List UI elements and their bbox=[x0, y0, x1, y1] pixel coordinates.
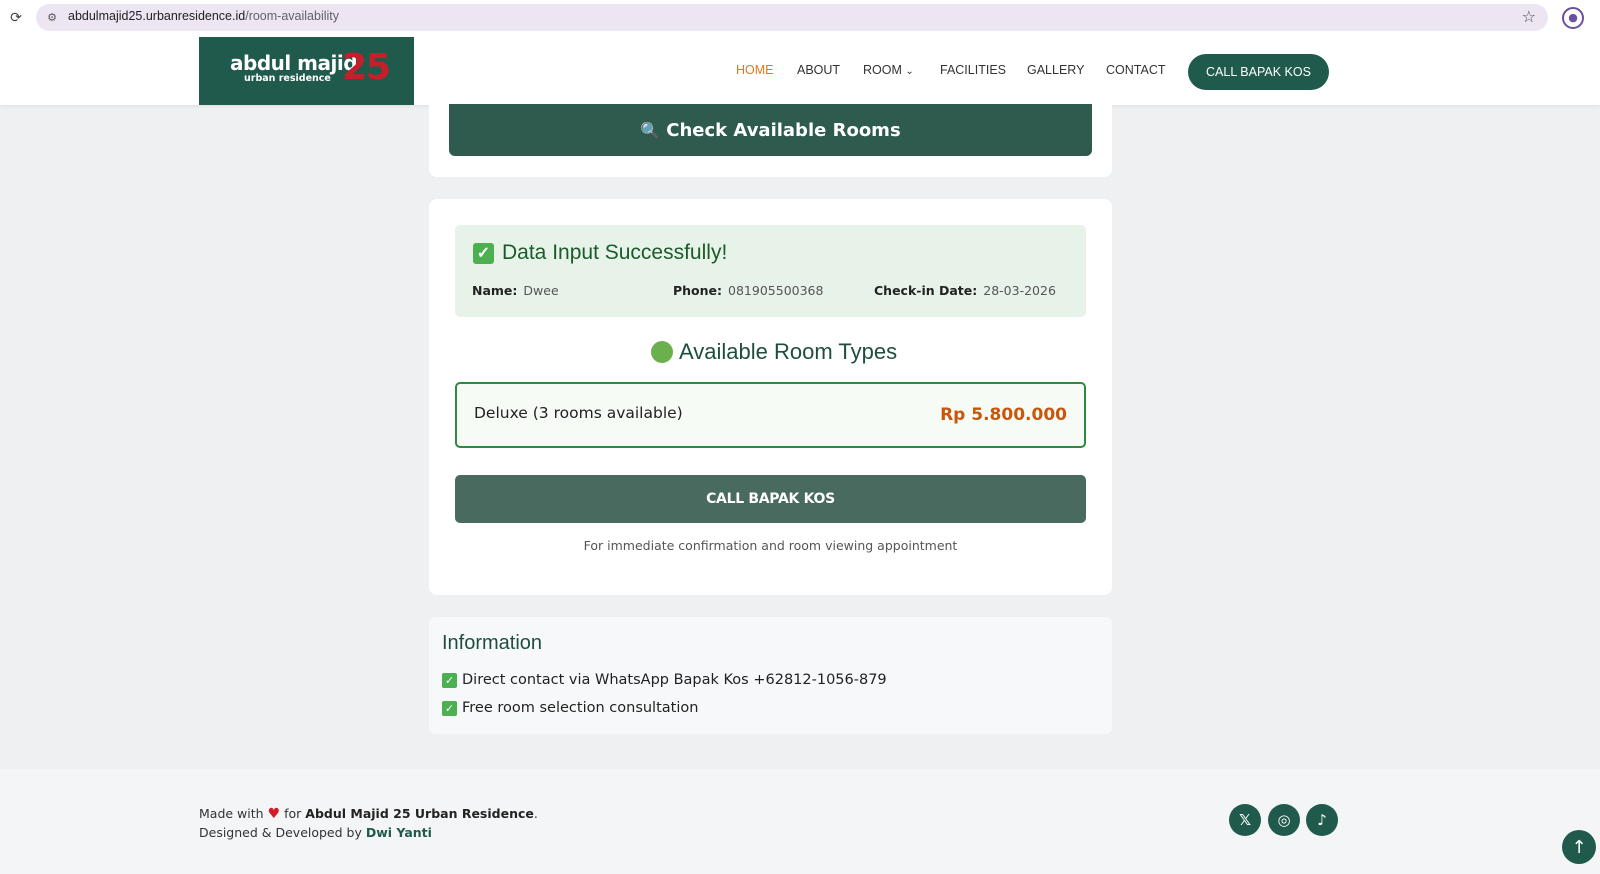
profile-icon[interactable]: ● bbox=[1562, 7, 1584, 29]
instagram-icon[interactable]: ◎ bbox=[1268, 804, 1300, 836]
designed-by-text: Designed & Developed by bbox=[199, 825, 362, 840]
room-option[interactable]: Deluxe (3 rooms available) Rp 5.800.000 bbox=[455, 382, 1086, 448]
phone-label: Phone: bbox=[673, 283, 723, 298]
footer-brand: Abdul Majid 25 Urban Residence bbox=[305, 806, 534, 821]
info-item-text: Direct contact via WhatsApp Bapak Kos +6… bbox=[462, 672, 887, 688]
green-circle-icon bbox=[651, 341, 673, 363]
footer-credits: Designed & Developed by Dwi Yanti bbox=[199, 825, 432, 840]
checkin-label: Check-in Date: bbox=[874, 283, 978, 298]
scroll-to-top-button[interactable]: ↑ bbox=[1562, 830, 1596, 864]
available-room-types-heading: Available Room Types bbox=[651, 339, 897, 365]
search-icon: 🔍 bbox=[640, 120, 661, 140]
logo-sub: urban residence bbox=[244, 73, 331, 84]
logo-number: 25 bbox=[342, 47, 391, 88]
url-text: abdulmajid25.urbanresidence.id/room-avai… bbox=[68, 9, 339, 23]
tiktok-icon[interactable]: ♪ bbox=[1306, 804, 1338, 836]
nav-about[interactable]: ABOUT bbox=[797, 63, 840, 77]
available-room-types-text: Available Room Types bbox=[679, 339, 898, 364]
info-item-text: Free room selection consultation bbox=[462, 700, 699, 716]
room-name: Deluxe (3 rooms available) bbox=[474, 404, 683, 422]
room-price: Rp 5.800.000 bbox=[940, 405, 1067, 425]
call-bapak-kos-button[interactable]: CALL BAPAK KOS bbox=[455, 475, 1086, 523]
nav-contact[interactable]: CONTACT bbox=[1106, 63, 1166, 77]
x-icon[interactable]: 𝕏 bbox=[1229, 804, 1261, 836]
browser-toolbar: ⟳ ⚙ abdulmajid25.urbanresidence.id/room-… bbox=[0, 0, 1600, 37]
information-title: Information bbox=[442, 632, 543, 654]
checkin-value: 28-03-2026 bbox=[983, 283, 1056, 298]
info-item: ✓ Free room selection consultation bbox=[442, 700, 698, 716]
check-available-rooms-button[interactable]: 🔍 Check Available Rooms bbox=[449, 104, 1092, 156]
logo-name: abdul majid bbox=[230, 51, 358, 75]
checkmark-icon: ✓ bbox=[442, 672, 457, 688]
name-value: Dwee bbox=[523, 283, 559, 298]
site-logo[interactable]: abdul majid urban residence 25 bbox=[199, 37, 414, 105]
call-bapak-kos-nav-button[interactable]: CALL BAPAK KOS bbox=[1188, 54, 1329, 90]
for-text: for bbox=[284, 806, 302, 821]
heart-icon: ♥ bbox=[267, 806, 281, 822]
site-header: abdul majid urban residence 25 HOME ABOU… bbox=[0, 37, 1600, 105]
name-field: Name: Dwee bbox=[472, 283, 559, 298]
site-info-icon[interactable]: ⚙ bbox=[44, 10, 60, 26]
nav-home[interactable]: HOME bbox=[736, 63, 774, 77]
check-available-rooms-label: Check Available Rooms bbox=[666, 119, 901, 141]
chevron-down-icon: ⌄ bbox=[905, 66, 914, 77]
success-title: ✓ Data Input Successfully! bbox=[473, 241, 727, 265]
name-label: Name: bbox=[472, 283, 518, 298]
success-title-text: Data Input Successfully! bbox=[502, 241, 728, 264]
footer-made-with: Made with ♥ for Abdul Majid 25 Urban Res… bbox=[199, 806, 538, 822]
phone-field: Phone: 081905500368 bbox=[673, 283, 823, 298]
developer-link[interactable]: Dwi Yanti bbox=[366, 825, 432, 840]
arrow-up-icon: ↑ bbox=[1571, 836, 1587, 858]
checkin-field: Check-in Date: 28-03-2026 bbox=[874, 283, 1056, 298]
nav-facilities[interactable]: FACILITIES bbox=[940, 63, 1006, 77]
checkmark-icon: ✓ bbox=[473, 242, 494, 264]
success-alert bbox=[455, 225, 1086, 317]
nav-room[interactable]: ROOM ⌄ bbox=[863, 63, 914, 77]
address-bar[interactable]: ⚙ abdulmajid25.urbanresidence.id/room-av… bbox=[36, 4, 1548, 31]
nav-room-label: ROOM bbox=[863, 63, 902, 77]
bookmark-star-icon[interactable]: ☆ bbox=[1522, 7, 1536, 26]
phone-value: 081905500368 bbox=[728, 283, 824, 298]
checkmark-icon: ✓ bbox=[442, 700, 457, 716]
confirmation-note: For immediate confirmation and room view… bbox=[583, 538, 958, 553]
made-with-text: Made with bbox=[199, 806, 264, 821]
info-item: ✓ Direct contact via WhatsApp Bapak Kos … bbox=[442, 672, 887, 688]
nav-gallery[interactable]: GALLERY bbox=[1027, 63, 1084, 77]
reload-icon[interactable]: ⟳ bbox=[7, 9, 25, 27]
